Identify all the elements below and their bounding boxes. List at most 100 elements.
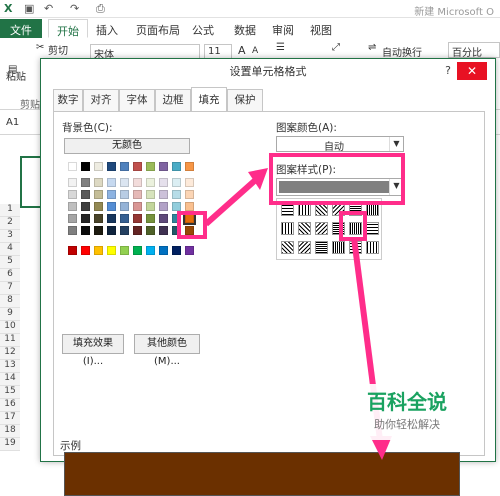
pattern-option[interactable] [315, 222, 328, 235]
standard-color-swatch[interactable] [172, 246, 181, 255]
color-swatch[interactable] [68, 202, 77, 211]
number-format-select[interactable]: 百分比 [448, 42, 500, 59]
undo-icon[interactable]: ↶ [44, 2, 53, 15]
color-swatch[interactable] [159, 190, 168, 199]
pattern-option[interactable] [281, 222, 294, 235]
font-shrink-button[interactable]: A [252, 46, 258, 56]
standard-color-swatch[interactable] [81, 246, 90, 255]
tab-view[interactable]: 视图 [302, 19, 340, 38]
pattern-option[interactable] [366, 241, 379, 254]
standard-color-swatch[interactable] [107, 246, 116, 255]
name-box[interactable]: A1 [6, 117, 19, 128]
tab-file[interactable]: 文件 [0, 19, 42, 38]
pattern-option[interactable] [281, 241, 294, 254]
color-swatch[interactable] [172, 202, 181, 211]
wrap-text-button[interactable]: 自动换行 [382, 44, 422, 59]
color-swatch[interactable] [107, 178, 116, 187]
color-swatch[interactable] [146, 226, 155, 235]
color-swatch[interactable] [107, 190, 116, 199]
row-header[interactable]: 11 [0, 334, 20, 347]
color-swatch[interactable] [94, 178, 103, 187]
tab-protection[interactable]: 保护 [227, 89, 263, 111]
save-icon[interactable]: ▣ [24, 2, 34, 15]
color-swatch[interactable] [120, 190, 129, 199]
color-swatch[interactable] [94, 226, 103, 235]
color-swatch[interactable] [68, 178, 77, 187]
color-swatch[interactable] [146, 162, 155, 171]
redo-icon[interactable]: ↷ [70, 2, 79, 15]
standard-color-swatch[interactable] [185, 246, 194, 255]
color-swatch[interactable] [68, 190, 77, 199]
active-cell[interactable] [20, 156, 42, 208]
color-swatch[interactable] [172, 190, 181, 199]
pattern-option[interactable] [332, 241, 345, 254]
cut-label[interactable]: 剪切 [48, 42, 68, 57]
tab-alignment[interactable]: 对齐 [83, 89, 119, 111]
pattern-option[interactable] [349, 241, 362, 254]
color-swatch[interactable] [146, 214, 155, 223]
color-swatch[interactable] [68, 226, 77, 235]
help-icon[interactable]: ? [445, 64, 451, 77]
color-swatch[interactable] [94, 190, 103, 199]
orientation-icon[interactable]: ⤢ [332, 42, 340, 53]
row-header[interactable]: 3 [0, 230, 20, 243]
color-swatch[interactable] [68, 162, 77, 171]
row-header[interactable]: 4 [0, 243, 20, 256]
standard-color-swatch[interactable] [133, 246, 142, 255]
color-swatch[interactable] [159, 202, 168, 211]
row-header[interactable]: 9 [0, 308, 20, 321]
tab-insert[interactable]: 插入 [88, 19, 126, 38]
pattern-option[interactable] [298, 241, 311, 254]
row-header[interactable]: 13 [0, 360, 20, 373]
color-swatch[interactable] [185, 202, 194, 211]
color-swatch[interactable] [68, 214, 77, 223]
row-header[interactable]: 16 [0, 399, 20, 412]
color-swatch[interactable] [133, 226, 142, 235]
paste-label[interactable]: 粘贴 [6, 68, 26, 83]
color-swatch[interactable] [159, 226, 168, 235]
color-swatch[interactable] [94, 214, 103, 223]
color-swatch[interactable] [185, 178, 194, 187]
fill-effects-button[interactable]: 填充效果(I)... [62, 334, 124, 367]
color-swatch[interactable] [81, 190, 90, 199]
tab-review[interactable]: 审阅 [264, 19, 302, 38]
color-swatch[interactable] [120, 214, 129, 223]
row-header[interactable]: 8 [0, 295, 20, 308]
row-header[interactable]: 6 [0, 269, 20, 282]
tab-page-layout[interactable]: 页面布局 [128, 19, 188, 38]
color-swatch[interactable] [146, 190, 155, 199]
color-swatch[interactable] [94, 202, 103, 211]
no-color-button[interactable]: 无颜色 [64, 138, 190, 154]
tab-home[interactable]: 开始 [48, 19, 88, 38]
row-header[interactable]: 15 [0, 386, 20, 399]
color-swatch[interactable] [159, 214, 168, 223]
row-header[interactable]: 10 [0, 321, 20, 334]
color-swatch[interactable] [107, 202, 116, 211]
cut-icon[interactable]: ✂ [36, 42, 44, 53]
align-top-icon[interactable]: ☰ [276, 42, 285, 53]
color-swatch[interactable] [159, 178, 168, 187]
row-header[interactable]: 17 [0, 412, 20, 425]
color-swatch[interactable] [133, 202, 142, 211]
color-swatch[interactable] [81, 178, 90, 187]
row-header[interactable]: 5 [0, 256, 20, 269]
color-swatch[interactable] [146, 178, 155, 187]
standard-color-swatch[interactable] [94, 246, 103, 255]
color-swatch[interactable] [120, 162, 129, 171]
color-swatch[interactable] [159, 162, 168, 171]
color-swatch[interactable] [133, 178, 142, 187]
row-header[interactable]: 2 [0, 217, 20, 230]
color-swatch[interactable] [81, 214, 90, 223]
row-header[interactable]: 14 [0, 373, 20, 386]
color-swatch[interactable] [133, 214, 142, 223]
color-swatch[interactable] [81, 162, 90, 171]
color-swatch[interactable] [107, 226, 116, 235]
row-header[interactable]: 7 [0, 282, 20, 295]
color-swatch[interactable] [172, 178, 181, 187]
row-header[interactable]: 1 [0, 204, 20, 217]
pattern-option[interactable] [366, 222, 379, 235]
color-swatch[interactable] [81, 226, 90, 235]
tab-fill[interactable]: 填充 [191, 87, 227, 111]
color-swatch[interactable] [107, 162, 116, 171]
standard-color-swatch[interactable] [120, 246, 129, 255]
